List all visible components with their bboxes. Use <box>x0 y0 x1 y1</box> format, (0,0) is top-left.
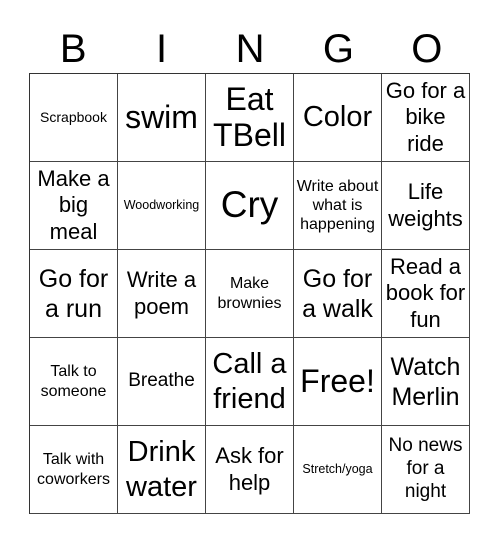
header-letter-o: O <box>411 27 443 71</box>
bingo-cell[interactable]: Go for a bike ride <box>382 74 470 162</box>
bingo-cell[interactable]: Breathe <box>118 338 206 426</box>
bingo-cell[interactable]: Go for a walk <box>294 250 382 338</box>
bingo-grid: Scrapbook swim Eat TBell Color Go for a … <box>29 73 470 514</box>
bingo-cell[interactable]: Talk to someone <box>30 338 118 426</box>
bingo-cell[interactable]: Scrapbook <box>30 74 118 162</box>
bingo-cell[interactable]: Read a book for fun <box>382 250 470 338</box>
bingo-cell[interactable]: Make brownies <box>206 250 294 338</box>
bingo-cell[interactable]: Stretch/yoga <box>294 426 382 514</box>
bingo-cell[interactable]: Write about what is happening <box>294 162 382 250</box>
bingo-cell[interactable]: Life weights <box>382 162 470 250</box>
header-letter-g: G <box>322 27 354 71</box>
bingo-cell[interactable]: Ask for help <box>206 426 294 514</box>
bingo-cell[interactable]: Call a friend <box>206 338 294 426</box>
bingo-cell[interactable]: Color <box>294 74 382 162</box>
bingo-cell[interactable]: Cry <box>206 162 294 250</box>
free-space-cell[interactable]: Free! <box>294 338 382 426</box>
header-letter-n: N <box>235 27 265 71</box>
bingo-cell[interactable]: Watch Merlin <box>382 338 470 426</box>
header-letter-i: I <box>156 27 168 71</box>
bingo-cell[interactable]: Drink water <box>118 426 206 514</box>
bingo-header: B I N G O <box>29 26 471 72</box>
bingo-cell[interactable]: Make a big meal <box>30 162 118 250</box>
bingo-cell[interactable]: No news for a night <box>382 426 470 514</box>
bingo-cell[interactable]: Go for a run <box>30 250 118 338</box>
bingo-cell[interactable]: swim <box>118 74 206 162</box>
bingo-cell[interactable]: Woodworking <box>118 162 206 250</box>
header-letter-b: B <box>59 27 87 71</box>
bingo-cell[interactable]: Eat TBell <box>206 74 294 162</box>
bingo-cell[interactable]: Talk with coworkers <box>30 426 118 514</box>
bingo-cell[interactable]: Write a poem <box>118 250 206 338</box>
